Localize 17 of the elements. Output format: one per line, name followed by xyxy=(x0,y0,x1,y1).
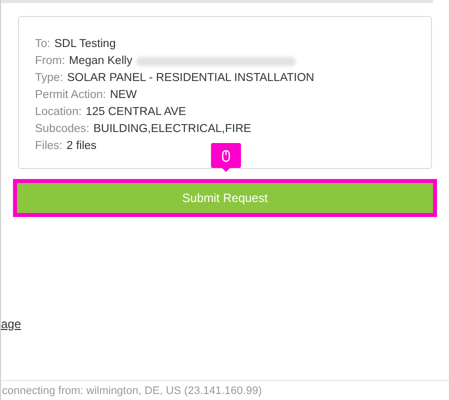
field-value: 2 files xyxy=(66,139,97,154)
page-link[interactable]: age xyxy=(1,317,22,331)
field-label: From: xyxy=(35,54,66,69)
field-label: Location: xyxy=(35,105,82,120)
field-value: Megan Kelly xyxy=(69,54,132,69)
field-label: To: xyxy=(35,37,50,52)
field-value: BUILDING,ELECTRICAL,FIRE xyxy=(93,122,252,137)
field-label: Type: xyxy=(35,71,64,86)
field-label: Files: xyxy=(35,139,62,154)
field-value: NEW xyxy=(110,88,137,103)
connection-info: connecting from: wilmington, DE, US (23.141.160.99) xyxy=(2,384,262,396)
field-label: Subcodes: xyxy=(35,122,90,137)
field-value: SDL Testing xyxy=(54,37,116,52)
field-value: SOLAR PANEL - RESIDENTIAL INSTALLATION xyxy=(67,71,314,86)
field-label: Permit Action: xyxy=(35,88,106,103)
mouse-icon xyxy=(222,150,230,162)
field-value: 125 CENTRAL AVE xyxy=(86,105,186,120)
